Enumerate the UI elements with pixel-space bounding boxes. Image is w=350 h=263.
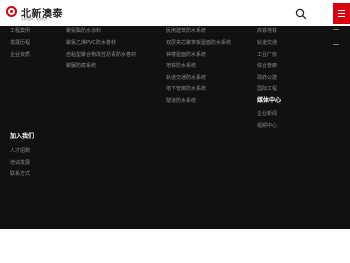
footer-link-field[interactable]: 政府公建	[257, 74, 277, 81]
join-us-heading[interactable]: 加入我们	[10, 131, 34, 140]
footer-link-field[interactable]: 轨道交通	[257, 39, 277, 46]
footer-link-solution[interactable]: 地下管廊防水系统	[166, 85, 206, 92]
footer-link-video[interactable]: 视频中心	[257, 122, 277, 129]
footer-link-solution[interactable]: 双层夹芯聚苯板屋面防水系统	[166, 39, 231, 46]
brand-logo[interactable]: 北新澳泰 北新建材 · 全球防水	[6, 5, 66, 23]
logo-mark-icon	[6, 6, 17, 17]
divider	[333, 29, 339, 30]
footer-link-solution[interactable]: 隧道防水系统	[166, 97, 196, 104]
footer-link-history[interactable]: 发展历程	[10, 39, 30, 46]
footer-link-qualifications[interactable]: 企业资质	[10, 51, 30, 58]
footer-link-solution[interactable]: 轨道交通防水系统	[166, 74, 206, 81]
footer-link-product[interactable]: 聚氨酯防水涂料	[66, 27, 101, 34]
footer-link-product[interactable]: 聚氯乙烯PVC防水卷材	[66, 39, 116, 46]
footer-link-recruitment[interactable]: 人才招聘	[10, 147, 30, 154]
footer-link-news[interactable]: 企业新闻	[257, 110, 277, 117]
footer-link-field[interactable]: 工业厂房	[257, 51, 277, 58]
footer-link-product[interactable]: 自粘型聚合物改性沥青防水卷材	[66, 51, 136, 58]
footer-link-training[interactable]: 培训发展	[10, 159, 30, 166]
footer-link-field[interactable]: 综合管廊	[257, 62, 277, 69]
footer-link-contact[interactable]: 联系方式	[10, 170, 30, 177]
footer-link-field[interactable]: 国际工程	[257, 85, 277, 92]
footer-link-field[interactable]: 高铁地铁	[257, 27, 277, 34]
site-footer: 工程案例 发展历程 企业资质 聚氨酯防水涂料 聚氯乙烯PVC防水卷材 自粘型聚合…	[0, 26, 350, 229]
footer-link-solution[interactable]: 民用建筑防水系统	[166, 27, 206, 34]
site-header: 北新澳泰 北新建材 · 全球防水	[0, 0, 350, 26]
footer-link-solution[interactable]: 地铁防水系统	[166, 62, 196, 69]
footer-link-solution[interactable]: 钟楼屋面防水系统	[166, 51, 206, 58]
page-bottom	[0, 229, 350, 263]
footer-link-product[interactable]: 聚脲防腐系统	[66, 62, 96, 69]
search-icon[interactable]	[295, 8, 307, 20]
media-center-heading[interactable]: 媒体中心	[257, 95, 281, 104]
logo-subtitle: 北新建材 · 全球防水	[21, 17, 48, 21]
divider	[333, 44, 339, 45]
hamburger-icon	[338, 10, 345, 11]
menu-button[interactable]	[333, 3, 350, 24]
footer-link-cases[interactable]: 工程案例	[10, 27, 30, 34]
